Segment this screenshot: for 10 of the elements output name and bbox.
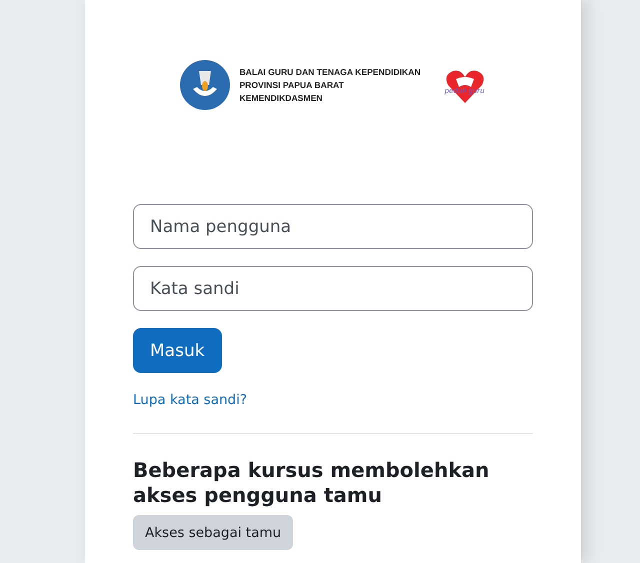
institution-name: PROVINSI PAPUA BARAT xyxy=(239,80,345,90)
forgot-password-link[interactable]: Lupa kata sandi? xyxy=(133,392,248,408)
username-field[interactable]: Nama pengguna xyxy=(133,204,533,249)
institution-name: BALAI GURU DAN TENAGA KEPENDIDIKAN xyxy=(239,67,421,77)
guest-access-button[interactable]: Akses sebagai tamu xyxy=(133,515,294,550)
institution-name: KEMENDIKDASMEN xyxy=(239,93,324,103)
emblem-icon xyxy=(179,59,232,111)
password-field[interactable]: Kata sandi xyxy=(133,266,533,311)
guest-heading: Beberapa kursus membolehkan akses pengguna tamu xyxy=(133,458,490,508)
login-button[interactable]: Masuk xyxy=(133,328,222,373)
